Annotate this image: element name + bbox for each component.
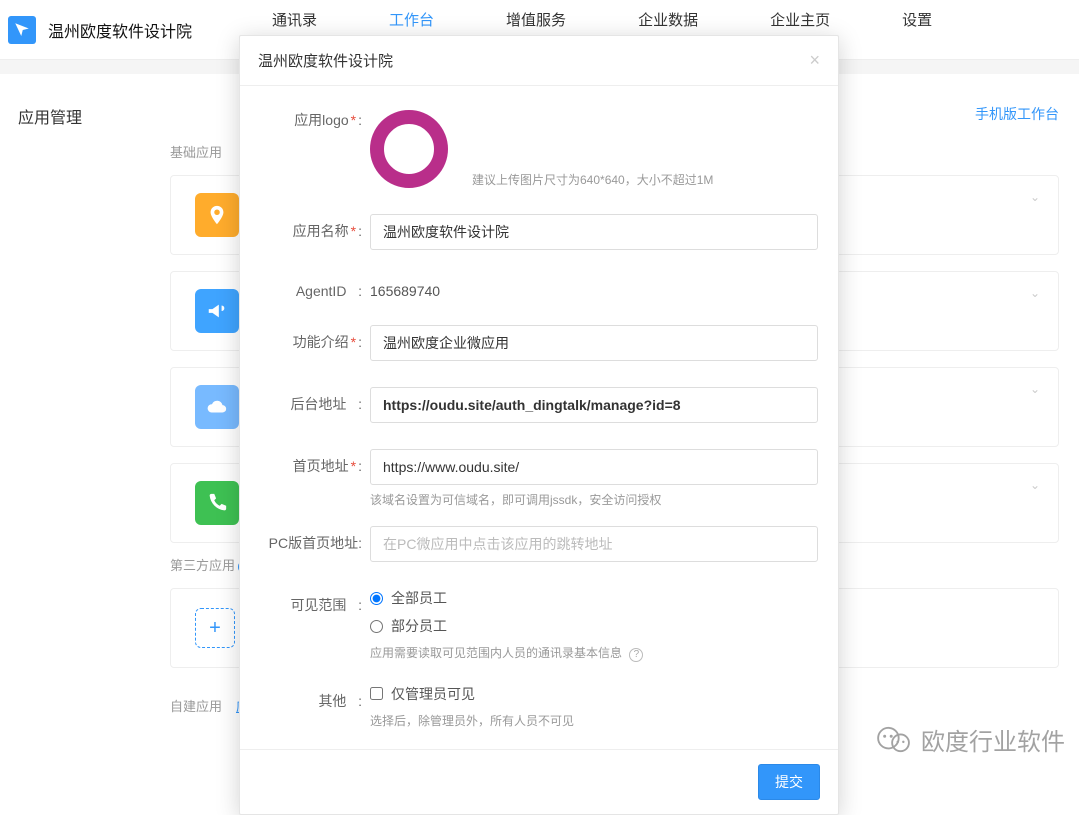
- label-name: 应用名称: [293, 223, 349, 239]
- app-intro-input[interactable]: [370, 325, 818, 361]
- scope-all-radio[interactable]: [370, 592, 383, 605]
- watermark-text: 欧度行业软件: [921, 722, 1065, 757]
- admin-only-checkbox[interactable]: [370, 687, 383, 700]
- modal-header: 温州欧度软件设计院 ×: [240, 36, 838, 86]
- label-agentid: AgentID: [296, 283, 347, 299]
- label-other: 其他: [318, 693, 346, 709]
- wechat-icon: [877, 726, 911, 754]
- scope-hint-text: 应用需要读取可见范围内人员的通讯录基本信息: [370, 646, 622, 660]
- modal-body: 应用logo*: 建议上传图片尺寸为640*640，大小不超过1M 应用名称*:…: [240, 86, 838, 749]
- app-edit-modal: 温州欧度软件设计院 × 应用logo*: 建议上传图片尺寸为640*640，大小…: [239, 35, 839, 815]
- help-icon[interactable]: ?: [629, 648, 643, 662]
- modal-footer: 提交: [240, 749, 838, 814]
- homepage-hint: 该域名设置为可信域名，即可调用jssdk，安全访问授权: [370, 491, 818, 508]
- logo-hint: 建议上传图片尺寸为640*640，大小不超过1M: [472, 171, 713, 188]
- other-hint: 选择后，除管理员外，所有人员不可见: [370, 712, 818, 729]
- scope-all-label: 全部员工: [391, 588, 447, 608]
- label-scope: 可见范围: [290, 597, 346, 613]
- modal-title: 温州欧度软件设计院: [258, 50, 393, 71]
- homepage-url-input[interactable]: [370, 449, 818, 485]
- label-homepage: 首页地址: [293, 458, 349, 474]
- app-logo-preview[interactable]: [370, 110, 448, 188]
- label-pc-homepage: PC版首页地址: [269, 535, 358, 551]
- agentid-value: 165689740: [370, 276, 818, 299]
- label-logo: 应用logo: [294, 112, 348, 128]
- label-backend: 后台地址: [290, 396, 346, 412]
- pc-homepage-url-input[interactable]: [370, 526, 818, 562]
- close-icon[interactable]: ×: [809, 50, 820, 71]
- app-name-input[interactable]: [370, 214, 818, 250]
- admin-only-label: 仅管理员可见: [391, 684, 475, 704]
- label-intro: 功能介绍: [293, 334, 349, 350]
- submit-button[interactable]: 提交: [758, 764, 820, 800]
- scope-part-radio[interactable]: [370, 620, 383, 633]
- scope-hint: 应用需要读取可见范围内人员的通讯录基本信息 ?: [370, 644, 818, 662]
- watermark: 欧度行业软件: [877, 722, 1065, 757]
- scope-part-label: 部分员工: [391, 616, 447, 636]
- backend-url-input[interactable]: [370, 387, 818, 423]
